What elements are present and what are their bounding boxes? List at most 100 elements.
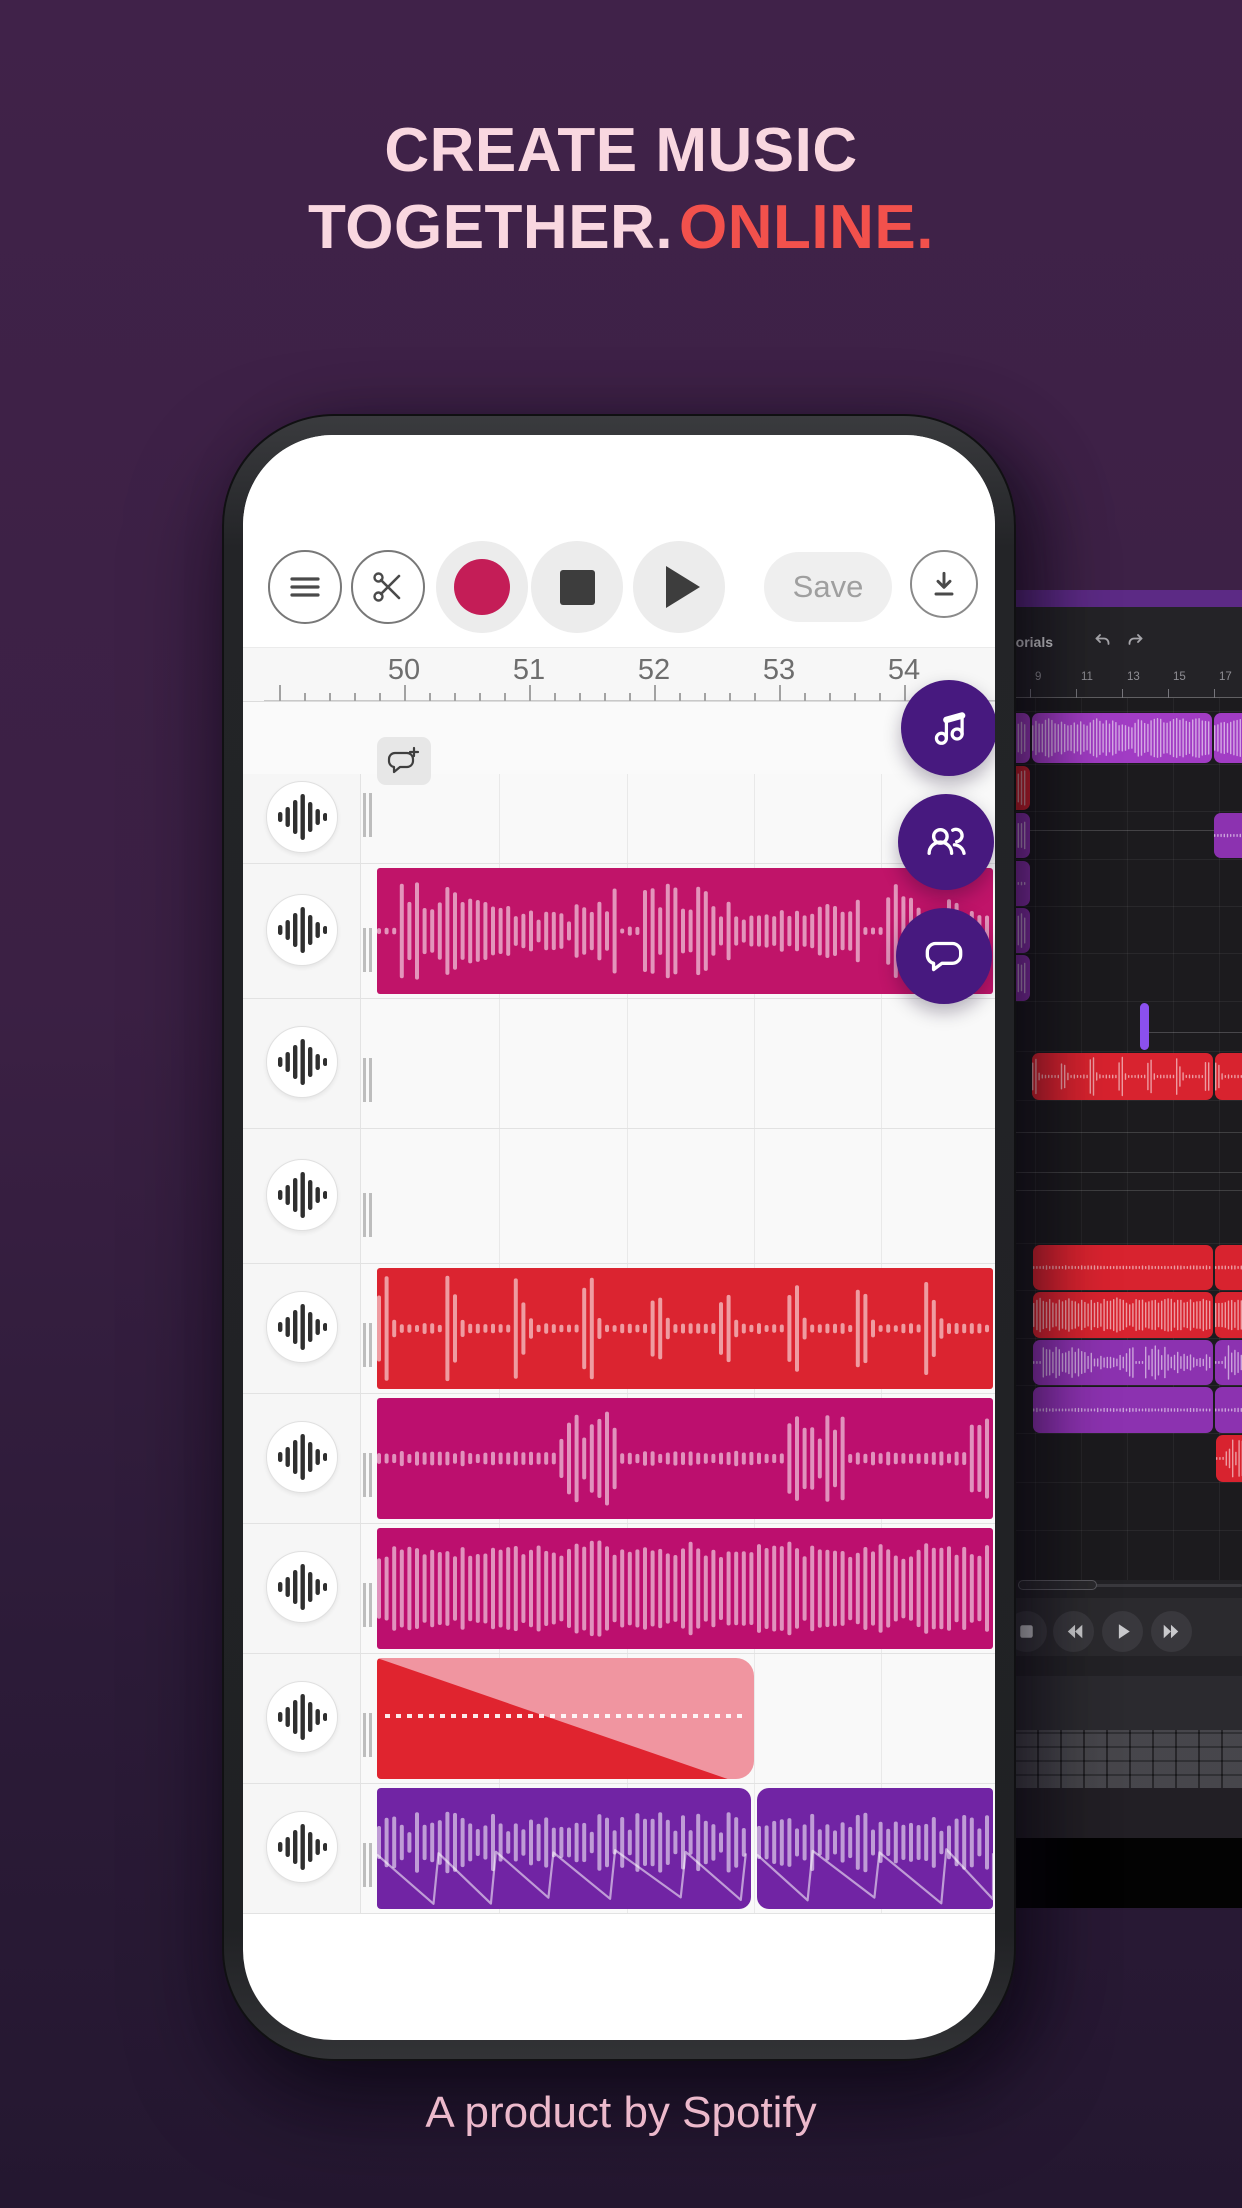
track-instrument-button[interactable] [266,1551,338,1623]
ruler-tick [1076,689,1077,698]
track-instrument-button[interactable] [266,1811,338,1883]
laptop-keyboard [1016,1730,1242,1788]
track-instrument-button[interactable] [266,1291,338,1363]
ruler-label: 53 [763,654,795,687]
audio-clip[interactable] [377,1268,993,1389]
track-row [243,1394,995,1524]
ruler-tick [829,693,831,701]
track-resize-handle[interactable] [363,1193,373,1237]
desktop-track-grid [1016,698,1242,1580]
audio-clip[interactable] [1016,766,1030,810]
ruler-label: 15 [1173,671,1186,683]
play-button[interactable] [633,541,725,633]
audio-clip[interactable] [1016,955,1030,1001]
audio-clip[interactable] [1215,1340,1242,1385]
audio-clip[interactable] [1016,713,1030,763]
menu-button[interactable] [268,550,342,624]
track-resize-handle[interactable] [363,1713,373,1757]
audio-clip[interactable] [1033,1292,1213,1338]
rewind-icon [1060,1618,1087,1645]
loops-fab[interactable] [901,680,995,776]
tutorials-link[interactable]: torials [1016,634,1053,650]
track-row [243,864,995,999]
stop-button[interactable] [531,541,623,633]
download-button[interactable] [910,550,978,618]
ruler-tick [354,693,356,701]
ruler-tick [329,693,331,701]
laptop-base [1016,1838,1242,1908]
automation-line [1144,1032,1242,1033]
undo-icon[interactable] [1092,631,1112,651]
track-instrument-button[interactable] [266,1681,338,1753]
waveform-icon [278,1431,327,1483]
ruler-tick [654,685,656,701]
waveform-icon [278,904,327,956]
audio-clip[interactable] [377,1658,754,1779]
audio-clip[interactable] [1032,713,1212,763]
audio-clip[interactable] [757,1788,993,1909]
track-instrument-button[interactable] [266,1026,338,1098]
split-tool-button[interactable] [351,550,425,624]
laptop-palmrest [1016,1788,1242,1838]
ruler-tick [904,685,906,701]
audio-clip[interactable] [1214,813,1242,858]
phone-screen: Save 5051525354 [243,435,995,2040]
track-resize-handle[interactable] [363,1843,373,1887]
play-icon [1109,1618,1136,1645]
track-resize-handle[interactable] [363,1453,373,1497]
headline: CREATE MUSIC TOGETHER.ONLINE. [0,112,1242,266]
ruler-tick [854,693,856,701]
automation-line [1016,1172,1242,1173]
audio-clip[interactable] [1214,713,1242,763]
audio-clip[interactable] [1016,813,1030,858]
record-button[interactable] [436,541,528,633]
audio-clip[interactable] [1216,1435,1242,1482]
audio-clip[interactable] [1016,861,1030,906]
audio-clip[interactable] [1016,908,1030,953]
audio-clip[interactable] [377,1528,993,1649]
rewind-button[interactable] [1053,1611,1094,1652]
audio-clip[interactable] [1033,1387,1213,1433]
playhead[interactable] [1140,1003,1149,1050]
audio-clip[interactable] [1215,1292,1242,1338]
ruler-tick [879,693,881,701]
collaborators-fab[interactable] [898,794,994,890]
audio-clip[interactable] [1032,1053,1213,1100]
play-button[interactable] [1102,1611,1143,1652]
audio-clip[interactable] [1033,1245,1213,1290]
horizontal-scrollbar[interactable] [1016,1580,1242,1590]
track-instrument-button[interactable] [266,1159,338,1231]
track-instrument-button[interactable] [266,1421,338,1493]
audio-clip[interactable] [1215,1245,1242,1290]
automation-line [1016,830,1242,831]
audio-clip[interactable] [1215,1387,1242,1433]
grid-line [1016,953,1242,954]
audio-clip[interactable] [1215,1053,1242,1100]
audio-clip[interactable] [377,1788,751,1909]
add-comment-icon [387,745,421,777]
stop-button[interactable] [1016,1611,1047,1652]
save-button[interactable]: Save [764,552,892,622]
track-resize-handle[interactable] [363,1583,373,1627]
redo-icon[interactable] [1126,631,1146,651]
track-resize-handle[interactable] [363,1058,373,1102]
track-resize-handle[interactable] [363,793,373,837]
desktop-transport-bar [1016,1598,1242,1656]
download-icon [928,568,960,600]
add-comment-button[interactable] [377,737,431,785]
audio-clip[interactable] [377,1398,993,1519]
track-instrument-button[interactable] [266,781,338,853]
ruler-label: 52 [638,654,670,687]
grid-line [1016,1243,1242,1244]
fast-forward-button[interactable] [1151,1611,1192,1652]
track-resize-handle[interactable] [363,1323,373,1367]
grid-line [1016,764,1242,765]
audio-clip[interactable] [1033,1340,1213,1385]
track-instrument-button[interactable] [266,894,338,966]
track-resize-handle[interactable] [363,928,373,972]
scrollbar-thumb[interactable] [1018,1580,1097,1590]
phone-mockup: Save 5051525354 [222,414,1016,2061]
stop-icon [560,570,595,605]
ruler-tick [729,693,731,701]
chat-fab[interactable] [896,908,992,1004]
